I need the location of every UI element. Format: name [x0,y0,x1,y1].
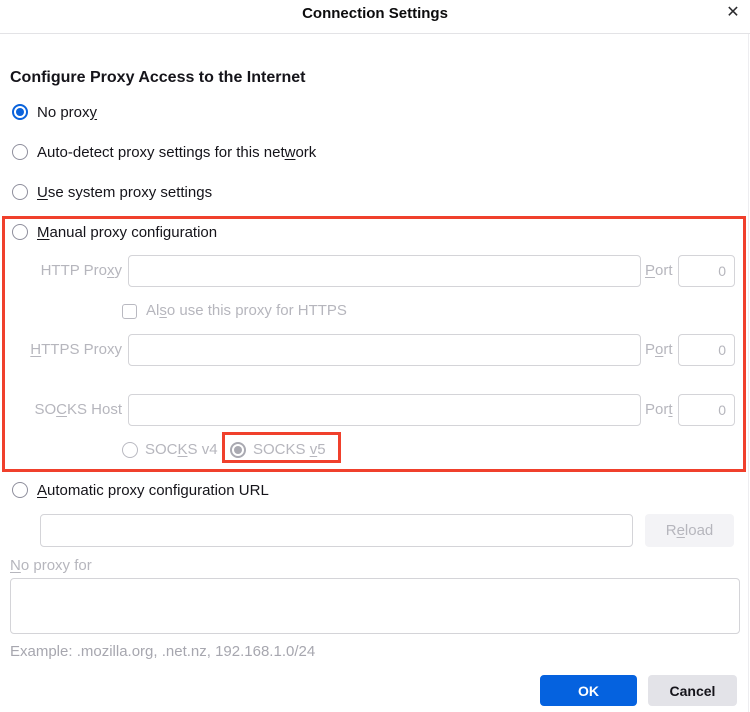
no-proxy-for-label: No proxy for [10,557,92,574]
checkbox-label: Also use this proxy for HTTPS [146,302,347,319]
http-proxy-label: HTTP Proxy [40,262,122,279]
socks-port-label: Port [645,401,673,418]
radio-selected-icon[interactable] [230,442,246,458]
radio-icon[interactable] [12,184,28,200]
radio-icon[interactable] [12,482,28,498]
radio-icon[interactable] [12,144,28,160]
radio-no-proxy[interactable]: No proxy [12,103,97,121]
reload-button[interactable]: Reload [645,514,734,547]
radio-use-system[interactable]: Use system proxy settings [12,183,212,201]
also-use-for-https-row[interactable]: Also use this proxy for HTTPS [122,302,347,320]
https-proxy-input[interactable] [128,334,641,366]
radio-label: SOCKS v4 [145,441,218,458]
no-proxy-example-text: Example: .mozilla.org, .net.nz, 192.168.… [10,643,316,660]
https-proxy-label: HTTPS Proxy [30,341,122,358]
http-proxy-input[interactable] [128,255,641,287]
http-port-label: Port [645,262,673,279]
socks-port-input[interactable] [678,394,735,426]
ok-button[interactable]: OK [540,675,637,706]
page-title: Configure Proxy Access to the Internet [10,69,306,86]
radio-label: Automatic proxy configuration URL [37,481,269,499]
no-proxy-for-textarea[interactable] [10,578,740,634]
radio-label: Use system proxy settings [37,183,213,201]
radio-icon[interactable] [122,442,138,458]
radio-automatic-url[interactable]: Automatic proxy configuration URL [12,481,269,499]
socks-host-label: SOCKS Host [34,401,122,418]
connection-settings-dialog: Connection Settings ✕ Configure Proxy Ac… [0,0,750,712]
radio-label: No proxy [37,103,98,121]
radio-manual-proxy[interactable]: Manual proxy configuration [12,223,217,241]
dialog-title: Connection Settings [302,5,448,22]
http-port-input[interactable] [678,255,735,287]
radio-label: SOCKS v5 [253,441,326,458]
https-port-input[interactable] [678,334,735,366]
radio-socks-v4[interactable]: SOCKS v4 [122,441,218,459]
https-port-label: Port [645,341,673,358]
cancel-button[interactable]: Cancel [648,675,737,706]
socks-host-input[interactable] [128,394,641,426]
checkbox-icon[interactable] [122,303,137,319]
radio-selected-icon[interactable] [12,104,28,120]
header-divider [0,33,750,34]
radio-label: Manual proxy configuration [37,223,218,241]
radio-socks-v5[interactable]: SOCKS v5 [230,441,326,459]
right-edge-line [748,34,749,712]
radio-label: Auto-detect proxy settings for this netw… [37,143,317,161]
radio-auto-detect[interactable]: Auto-detect proxy settings for this netw… [12,143,316,161]
radio-icon[interactable] [12,224,28,240]
close-icon[interactable]: ✕ [723,3,743,23]
auto-url-input[interactable] [40,514,633,547]
